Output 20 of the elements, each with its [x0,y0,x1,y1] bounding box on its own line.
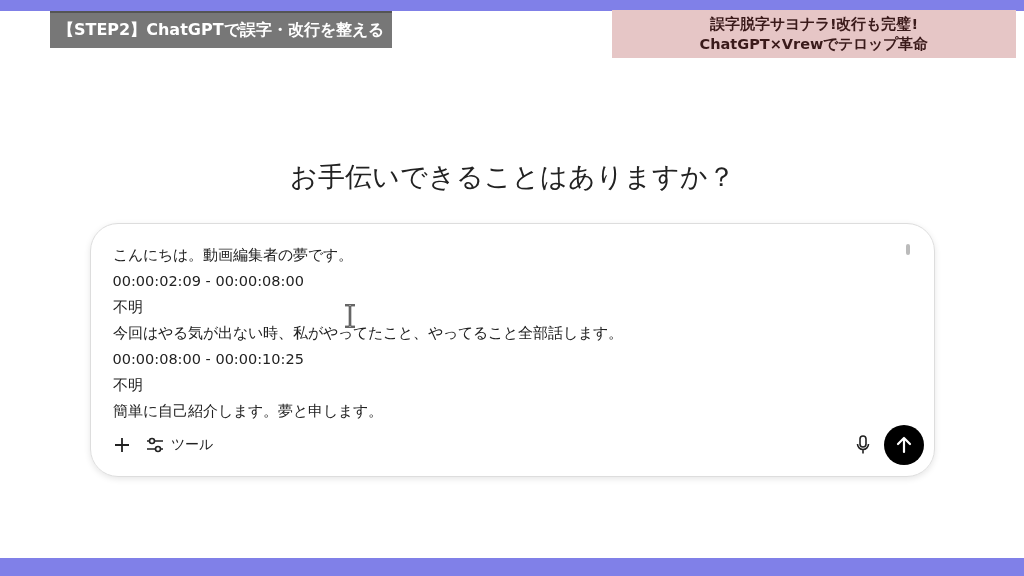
transcript-line: こんにちは。動画編集者の夢です。 [112,246,353,265]
microphone-icon[interactable] [855,435,870,455]
text-cursor-icon [342,304,357,328]
step-label: 【STEP2】ChatGPTで誤字・改行を整える [50,11,392,48]
transcript-line: 00:00:08:00 - 00:00:10:25 [112,350,304,369]
scrollbar-thumb[interactable] [905,244,910,255]
transcript-line: 簡単に自己紹介します。夢と申します。 [112,402,383,421]
send-button[interactable] [883,425,924,465]
headline-line: ChatGPT×Vrewでテロップ革命 [699,35,929,54]
transcript-line: 今回はやる気が出ない時、私がやってたこと、やってること全部話します。 [112,324,623,343]
transcript-line: 00:00:02:09 - 00:00:08:00 [112,272,304,291]
tools-button[interactable]: ツール [144,436,213,454]
transcript-line: 不明 [112,298,143,317]
page-heading: お手伝いできることはありますか？ [289,160,735,194]
transcript-line: 不明 [112,376,143,395]
headline-line: 誤字脱字サヨナラ!改行も完璧! [709,15,919,34]
plus-icon[interactable] [112,436,131,454]
arrow-up-icon [894,436,913,454]
sliders-icon [144,436,165,454]
message-composer[interactable]: こんにちは。動画編集者の夢です。 00:00:02:09 - 00:00:08:00 不明 今回はやる気が出ない時、私がやってたこと、やってること全部話します。 00:00:08:00 - 00:00:10:25 不明 簡単に自己紹介します。夢と申します。 ツール [89,223,935,477]
